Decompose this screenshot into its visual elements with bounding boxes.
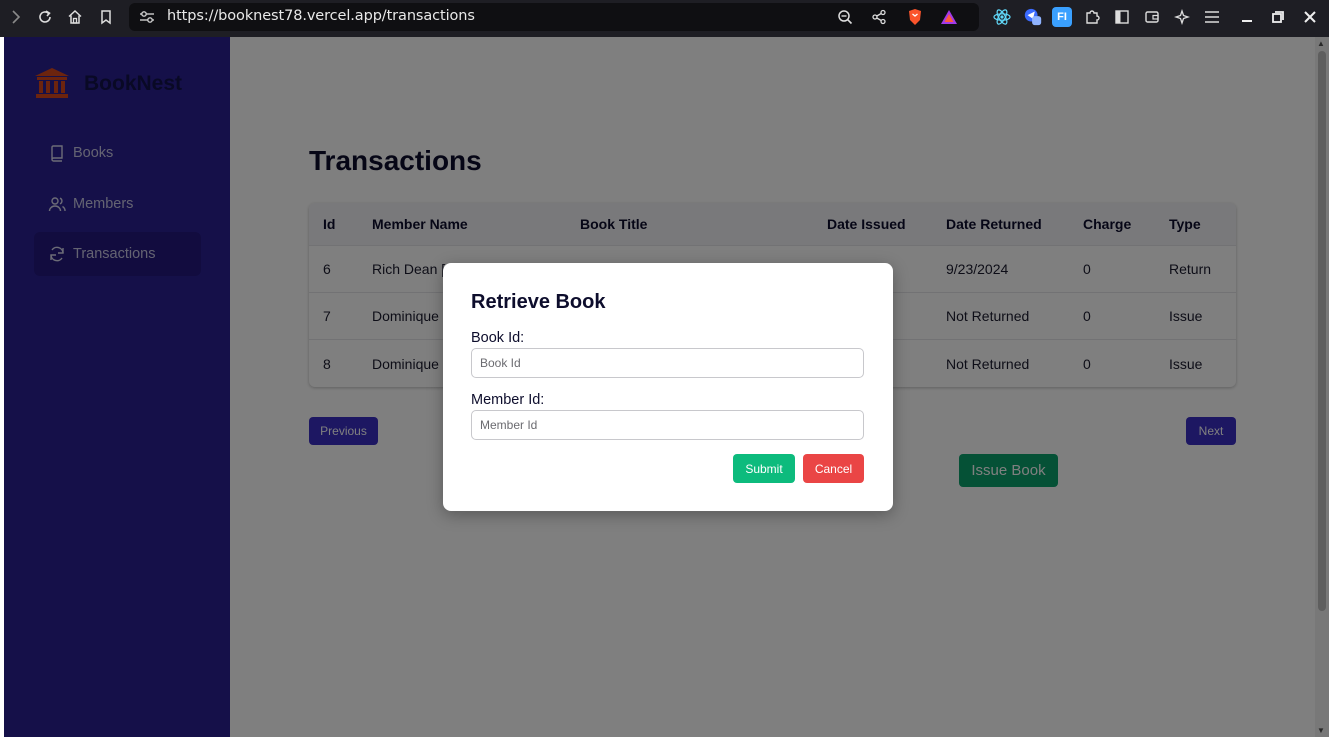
bookmark-icon[interactable] (95, 6, 117, 28)
zoom-icon[interactable] (834, 6, 856, 28)
react-devtools-icon[interactable] (991, 6, 1013, 28)
book-id-input[interactable] (471, 348, 864, 378)
home-icon[interactable] (64, 6, 86, 28)
browser-toolbar: https://booknest78.vercel.app/transactio… (0, 0, 1329, 37)
leo-ai-icon[interactable] (1171, 6, 1193, 28)
extensions-puzzle-icon[interactable] (1081, 6, 1103, 28)
member-id-label: Member Id: (471, 392, 545, 408)
book-id-label: Book Id: (471, 330, 525, 346)
extension-icon[interactable] (1023, 7, 1043, 27)
brave-shield-icon[interactable] (904, 6, 926, 28)
forward-icon[interactable] (5, 6, 27, 28)
reload-icon[interactable] (34, 6, 56, 28)
modal-title: Retrieve Book (471, 291, 606, 313)
menu-icon[interactable] (1201, 6, 1223, 28)
share-icon[interactable] (868, 6, 890, 28)
sidebar-icon[interactable] (1111, 6, 1133, 28)
submit-button[interactable]: Submit (733, 454, 795, 483)
site-settings-icon[interactable] (137, 7, 157, 27)
retrieve-book-modal: Retrieve Book Book Id: Member Id: Submit… (443, 263, 893, 511)
fi-extension-icon[interactable]: FI (1052, 7, 1072, 27)
cancel-button[interactable]: Cancel (803, 454, 864, 483)
member-id-input[interactable] (471, 410, 864, 440)
restore-icon[interactable] (1267, 6, 1289, 28)
wallet-icon[interactable] (1141, 6, 1163, 28)
brave-rewards-icon[interactable] (938, 6, 960, 28)
close-window-icon[interactable] (1299, 6, 1321, 28)
url-text[interactable]: https://booknest78.vercel.app/transactio… (167, 8, 475, 24)
minimize-icon[interactable] (1236, 6, 1258, 28)
